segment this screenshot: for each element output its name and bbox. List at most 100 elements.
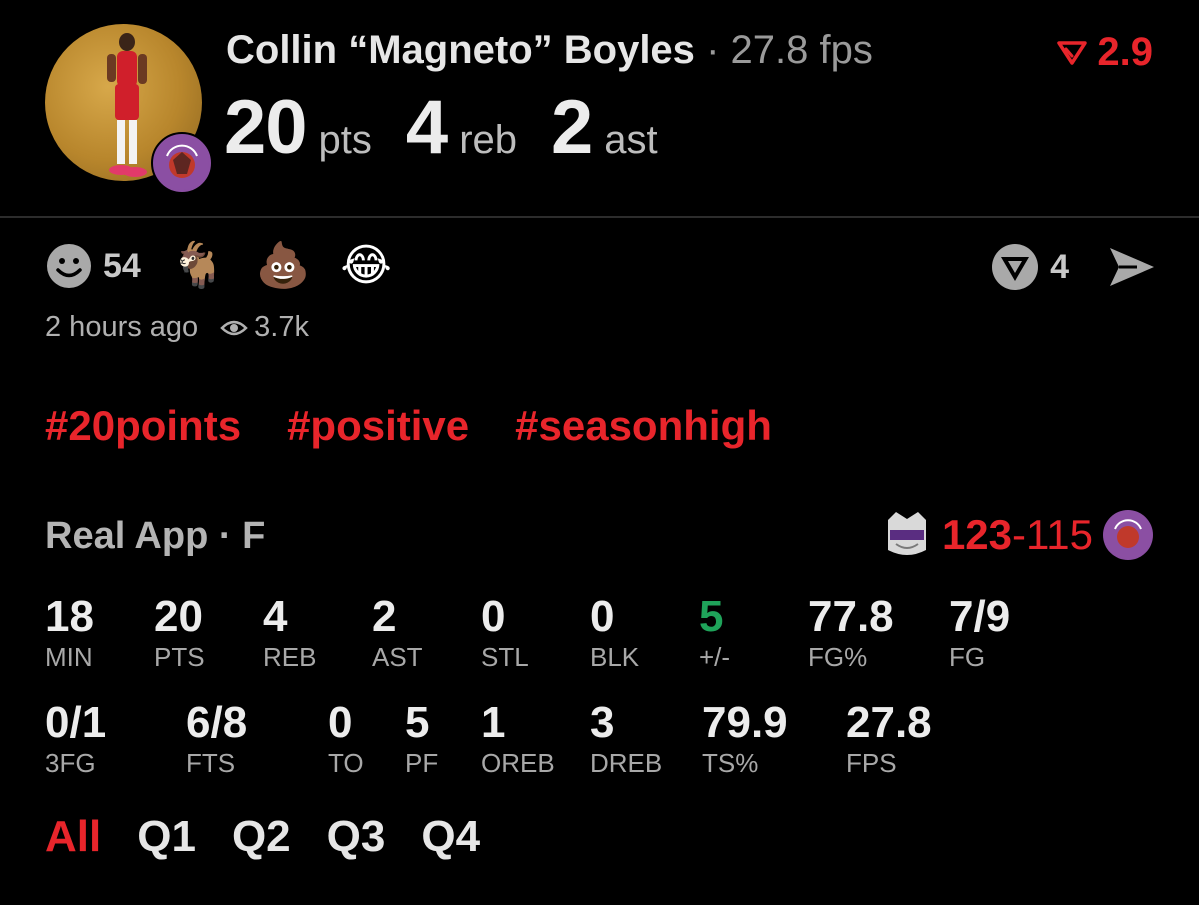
stat-label: 3FG xyxy=(45,748,96,778)
stat-value: 4 xyxy=(263,592,288,641)
eye-icon xyxy=(220,320,248,335)
stat-label: FPS xyxy=(846,748,897,778)
quarter-tabs: All Q1 Q2 Q3 Q4 xyxy=(45,812,480,862)
headline-points-unit: pts xyxy=(318,118,372,162)
post-meta: 2 hours ago 3.7k xyxy=(45,311,309,344)
stat-value: 1 xyxy=(481,698,506,747)
comments-button[interactable]: 4 xyxy=(990,242,1069,292)
stat-label: TS% xyxy=(702,748,759,778)
stat-value: 5 xyxy=(699,592,724,641)
name-separator: · xyxy=(706,28,720,72)
tab-all[interactable]: All xyxy=(45,812,101,862)
hashtag[interactable]: #seasonhigh xyxy=(515,402,772,450)
stat-min: 18 MIN xyxy=(45,592,94,673)
stat-to: 0 TO xyxy=(328,698,364,779)
headline-assists-value: 2 xyxy=(551,85,593,170)
stat-label: MIN xyxy=(45,642,93,672)
stat-value: 18 xyxy=(45,592,94,641)
stat-pts: 20 PTS xyxy=(154,592,205,673)
stat-stl: 0 STL xyxy=(481,592,529,673)
stat-fg-pct: 77.8 FG% xyxy=(808,592,894,673)
stat-ts-pct: 79.9 TS% xyxy=(702,698,788,779)
view-count: 3.7k xyxy=(220,311,309,344)
stat-value: 5 xyxy=(405,698,430,747)
stat-label: OREB xyxy=(481,748,555,778)
stat-3fg: 0/1 3FG xyxy=(45,698,107,779)
stat-value: 3 xyxy=(590,698,615,747)
stat-value: 6/8 xyxy=(186,698,248,747)
stat-blk: 0 BLK xyxy=(590,592,639,673)
player-name[interactable]: Collin “Magneto” Boyles xyxy=(226,28,695,72)
laughing-reaction-icon[interactable]: 😂 xyxy=(340,244,391,288)
stat-label: AST xyxy=(372,642,423,672)
game-source-line: Real App · F xyxy=(45,515,265,558)
post-time: 2 hours ago xyxy=(45,311,199,343)
tab-q2[interactable]: Q2 xyxy=(232,812,291,862)
stat-label: STL xyxy=(481,642,529,672)
stat-value: 0 xyxy=(481,592,506,641)
hashtag[interactable]: #20points xyxy=(45,402,241,450)
stat-dreb: 3 DREB xyxy=(590,698,663,779)
game-source-separator: · xyxy=(218,515,243,557)
stat-label: FTS xyxy=(186,748,236,778)
score-winner: 123 xyxy=(941,511,1013,558)
stat-value: 0/1 xyxy=(45,698,107,747)
hashtag-list: #20points #positive #seasonhigh xyxy=(45,402,772,450)
player-position: F xyxy=(242,515,266,557)
smile-reaction-count: 54 xyxy=(103,246,141,285)
stat-value: 7/9 xyxy=(949,592,1011,641)
share-send-icon[interactable] xyxy=(1107,244,1157,290)
comment-count: 4 xyxy=(1050,247,1069,286)
player-name-line[interactable]: Collin “Magneto” Boyles · 27.8 fps xyxy=(226,28,873,73)
stat-value: 0 xyxy=(590,592,615,641)
post-actions: 4 xyxy=(990,242,1157,292)
kings-logo-icon xyxy=(887,512,926,555)
view-count-value: 3.7k xyxy=(254,311,309,343)
hashtag[interactable]: #positive xyxy=(287,402,469,450)
goat-reaction-icon[interactable]: 🐐 xyxy=(171,244,226,288)
stat-fg: 7/9 FG xyxy=(949,592,1011,673)
player-fps: 27.8 fps xyxy=(730,28,873,72)
score-loser: 115 xyxy=(1026,511,1093,558)
game-score[interactable]: 123-115 xyxy=(882,510,1153,560)
poop-reaction-icon[interactable]: 💩 xyxy=(256,244,311,288)
headline-rebounds-value: 4 xyxy=(405,85,448,170)
stat-value: 0 xyxy=(328,698,353,747)
stat-label: FG xyxy=(949,642,986,672)
header-divider xyxy=(0,216,1199,218)
tab-q3[interactable]: Q3 xyxy=(327,812,386,862)
stat-value: 2 xyxy=(372,592,397,641)
stat-label: DREB xyxy=(590,748,663,778)
stat-fps: 27.8 FPS xyxy=(846,698,932,779)
smile-reaction-button[interactable]: 54 xyxy=(45,242,141,290)
stat-label: +/- xyxy=(699,642,731,672)
stat-value: 79.9 xyxy=(702,698,788,747)
stat-value: 27.8 xyxy=(846,698,932,747)
trend-down-icon xyxy=(1057,40,1088,65)
headline-assists-unit: ast xyxy=(604,118,658,162)
stat-fts: 6/8 FTS xyxy=(186,698,248,779)
stat-label: FG% xyxy=(808,642,868,672)
stat-ast: 2 AST xyxy=(372,592,423,673)
stat-value: 77.8 xyxy=(808,592,894,641)
headline-stats: 20 pts 4 reb 2 ast xyxy=(224,84,692,171)
stat-label: PF xyxy=(405,748,439,778)
raptors-logo-icon xyxy=(151,132,213,194)
stat-label: REB xyxy=(263,642,317,672)
stat-oreb: 1 OREB xyxy=(481,698,555,779)
stat-pf: 5 PF xyxy=(405,698,439,779)
trend-indicator: 2.9 xyxy=(1057,30,1153,75)
stat-reb: 4 REB xyxy=(263,592,317,673)
stat-plus-minus: 5 +/- xyxy=(699,592,731,673)
smile-icon xyxy=(47,244,91,288)
raptors-logo-icon xyxy=(1103,510,1153,560)
tab-q1[interactable]: Q1 xyxy=(137,812,196,862)
stat-value: 20 xyxy=(154,592,203,641)
tab-q4[interactable]: Q4 xyxy=(421,812,480,862)
stat-label: PTS xyxy=(154,642,205,672)
stat-label: TO xyxy=(328,748,364,778)
trend-value: 2.9 xyxy=(1097,30,1153,74)
score-separator: - xyxy=(1012,511,1027,558)
reaction-bar: 54 🐐 💩 😂 xyxy=(45,242,392,290)
game-source: Real App xyxy=(45,515,209,557)
